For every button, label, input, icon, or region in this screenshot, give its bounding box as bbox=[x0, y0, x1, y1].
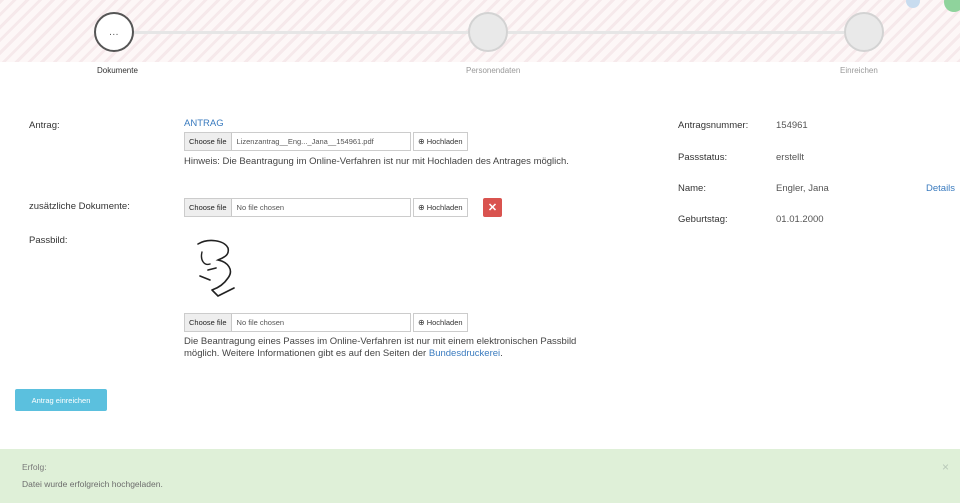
passbild-choose-file-button[interactable]: Choose file bbox=[185, 314, 232, 331]
submit-button[interactable]: Antrag einreichen bbox=[15, 389, 107, 411]
passbild-hint: Die Beantragung eines Passes im Online-V… bbox=[184, 336, 604, 360]
success-alert bbox=[0, 449, 960, 503]
passbild-file-input[interactable]: Choose file No file chosen bbox=[184, 313, 411, 332]
name-value: Engler, Jana bbox=[776, 183, 829, 194]
upload-icon: ⊕ bbox=[418, 203, 425, 212]
antrag-choose-file-button[interactable]: Choose file bbox=[185, 133, 232, 150]
passstatus-value: erstellt bbox=[776, 152, 804, 163]
passstatus-label: Passstatus: bbox=[678, 152, 728, 163]
passbild-upload-label: Hochladen bbox=[426, 318, 463, 327]
upload-icon: ⊕ bbox=[418, 137, 425, 146]
passbild-label: Passbild: bbox=[29, 235, 68, 246]
antrag-file-name: Lizenzantrag__Eng..._Jana__154961.pdf bbox=[236, 137, 374, 146]
step-personendaten-circle[interactable] bbox=[468, 12, 508, 52]
antrag-upload-label: Hochladen bbox=[426, 137, 463, 146]
step-personendaten-label[interactable]: Personendaten bbox=[466, 66, 520, 75]
antrag-file-input[interactable]: Choose file Lizenzantrag__Eng..._Jana__1… bbox=[184, 132, 411, 151]
alert-message: Datei wurde erfolgreich hochgeladen. bbox=[22, 479, 163, 489]
stepper-connector-2 bbox=[508, 31, 844, 34]
geburtstag-label: Geburtstag: bbox=[678, 214, 728, 225]
passbild-file-name: No file chosen bbox=[236, 318, 285, 327]
close-icon: ✕ bbox=[487, 202, 498, 214]
name-label: Name: bbox=[678, 183, 706, 194]
zusatz-label: zusätzliche Dokumente: bbox=[29, 201, 130, 212]
step-dokumente-circle[interactable]: ... bbox=[94, 12, 134, 52]
zusatz-delete-button[interactable]: ✕ bbox=[483, 198, 502, 217]
antragsnummer-value: 154961 bbox=[776, 120, 808, 131]
antrag-label: Antrag: bbox=[29, 120, 60, 131]
alert-close-icon[interactable]: × bbox=[942, 460, 949, 474]
antragsnummer-label: Antragsnummer: bbox=[678, 120, 749, 131]
passbild-upload-button[interactable]: ⊕ Hochladen bbox=[413, 313, 468, 332]
zusatz-choose-file-button[interactable]: Choose file bbox=[185, 199, 232, 216]
stepper-connector-1 bbox=[129, 31, 468, 34]
step-dokumente-label[interactable]: Dokumente bbox=[97, 66, 138, 75]
alert-title: Erfolg: bbox=[22, 462, 47, 472]
step-einreichen-label[interactable]: Einreichen bbox=[840, 66, 878, 75]
zusatz-file-input[interactable]: Choose file No file chosen bbox=[184, 198, 411, 217]
passbild-hint-text: Die Beantragung eines Passes im Online-V… bbox=[184, 336, 577, 359]
step-einreichen-circle[interactable] bbox=[844, 12, 884, 52]
bundesdruckerei-link[interactable]: Bundesdruckerei bbox=[429, 348, 500, 359]
zusatz-upload-button[interactable]: ⊕ Hochladen bbox=[413, 198, 468, 217]
geburtstag-value: 01.01.2000 bbox=[776, 214, 824, 225]
antrag-link[interactable]: ANTRAG bbox=[184, 118, 224, 129]
passbild-preview bbox=[197, 239, 235, 297]
zusatz-file-name: No file chosen bbox=[236, 203, 285, 212]
details-link[interactable]: Details bbox=[926, 183, 955, 194]
step-dokumente-indicator: ... bbox=[109, 27, 119, 38]
passbild-hint-end: . bbox=[500, 348, 503, 359]
upload-icon: ⊕ bbox=[418, 318, 425, 327]
antrag-hint: Hinweis: Die Beantragung im Online-Verfa… bbox=[184, 156, 569, 167]
antrag-upload-button[interactable]: ⊕ Hochladen bbox=[413, 132, 468, 151]
zusatz-upload-label: Hochladen bbox=[426, 203, 463, 212]
